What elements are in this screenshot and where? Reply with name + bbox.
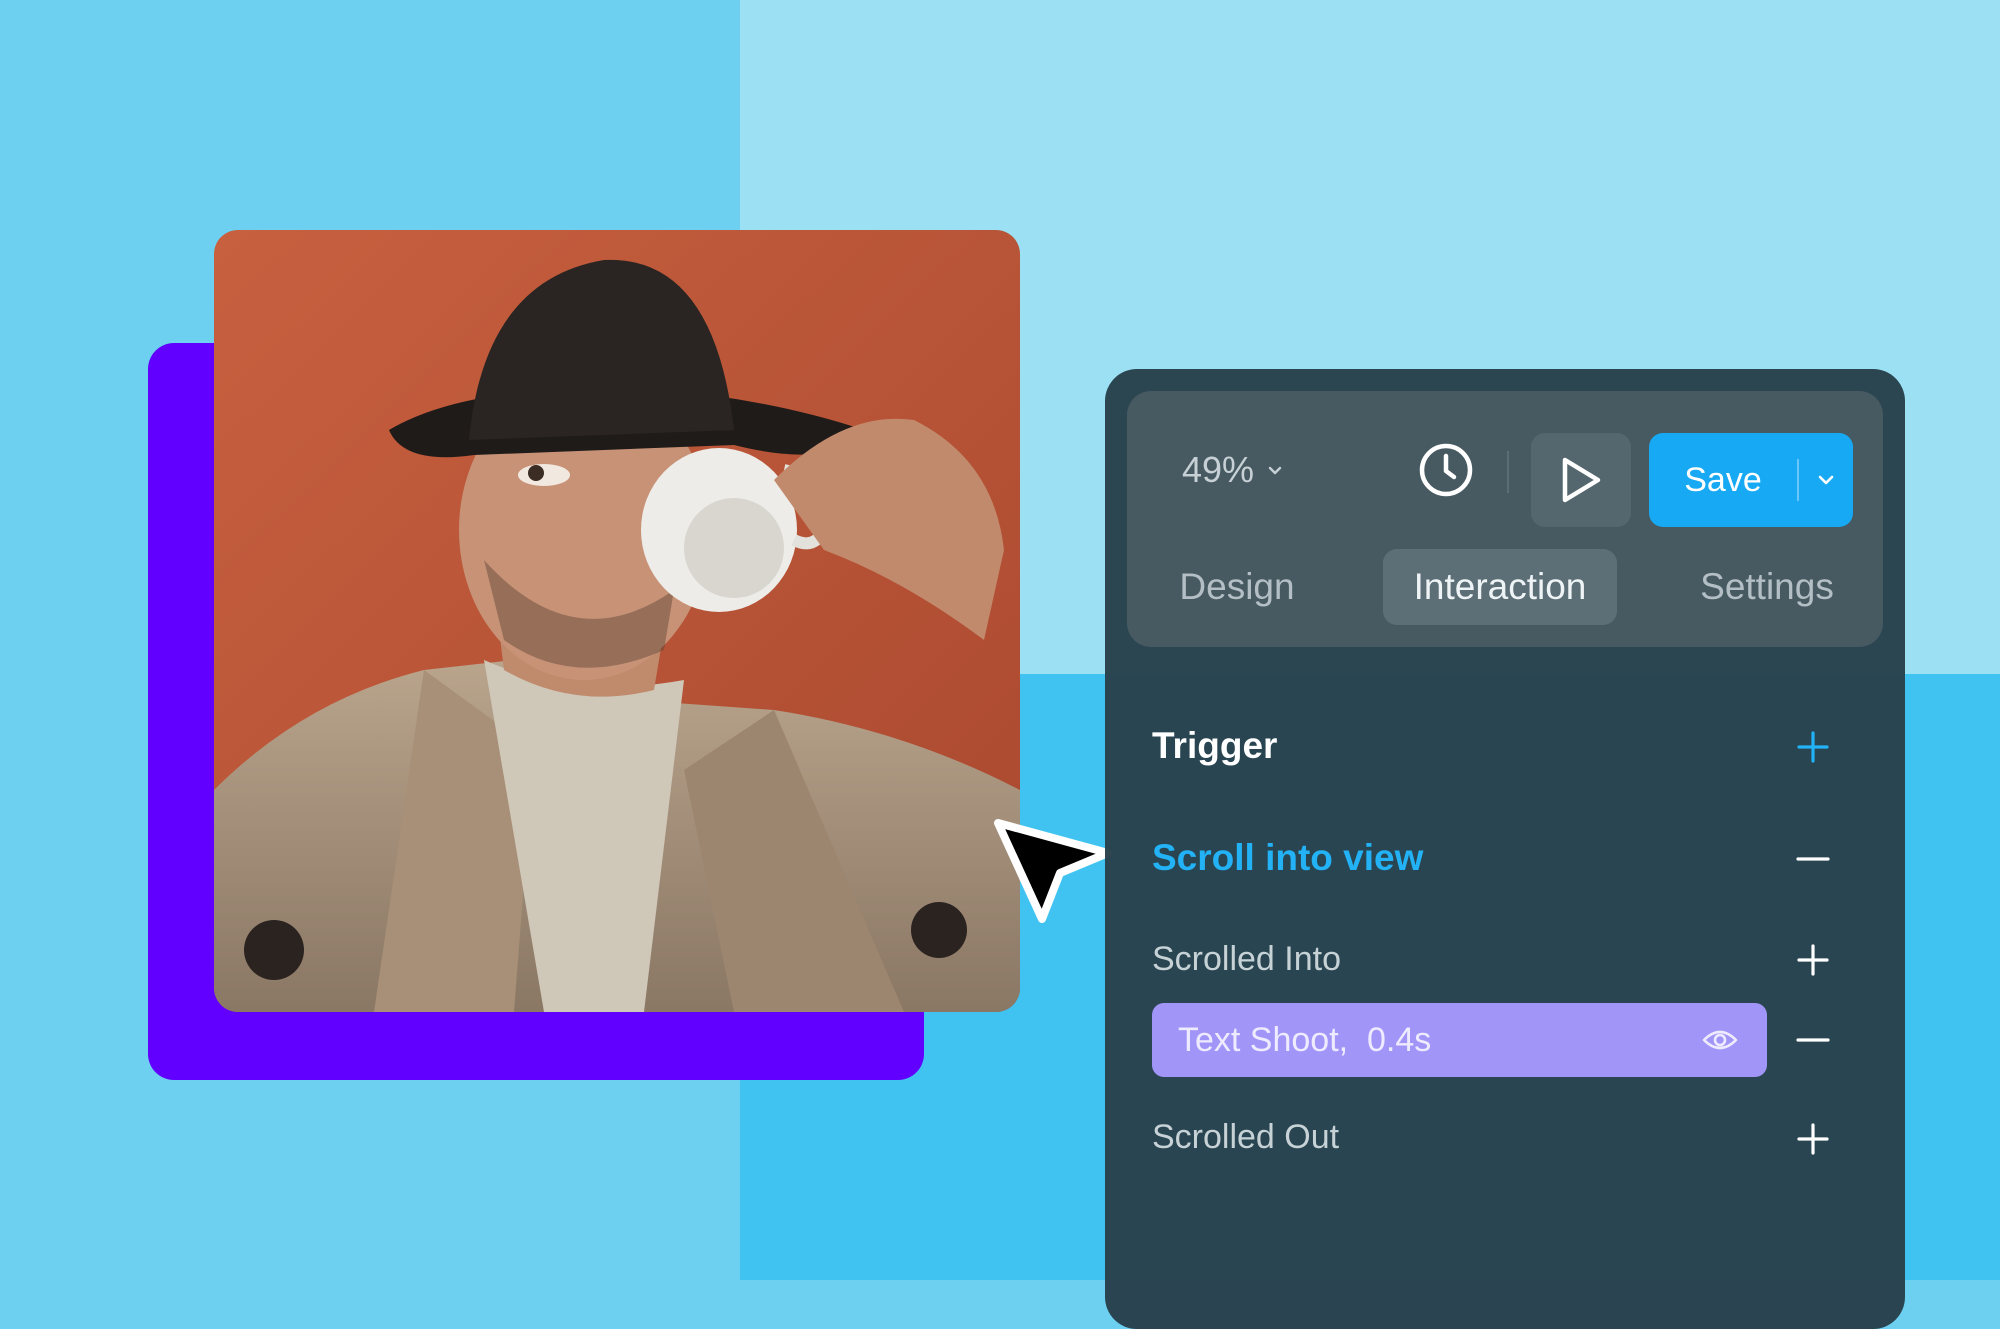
toolbar-divider: [1507, 451, 1509, 493]
scrolled-out-label: Scrolled Out: [1152, 1118, 1340, 1156]
plus-icon: [1797, 731, 1829, 763]
trigger-title: Trigger: [1152, 725, 1278, 766]
play-icon: [1562, 457, 1601, 503]
panel-tabs: Design Interaction Settings: [1127, 549, 1883, 627]
effect-label: Text Shoot, 0.4s: [1178, 1020, 1432, 1059]
save-options-button[interactable]: [1799, 433, 1853, 527]
selected-trigger[interactable]: Scroll into view: [1152, 837, 1423, 879]
scrolled-into-label: Scrolled Into: [1152, 940, 1341, 978]
zoom-value: 49%: [1182, 449, 1255, 490]
minus-icon: [1796, 857, 1830, 861]
canvas-photo[interactable]: [214, 230, 1020, 1012]
remove-effect-button[interactable]: [1791, 1018, 1835, 1062]
chevron-down-icon: [1818, 475, 1834, 485]
clock-icon: [1419, 443, 1473, 497]
minus-icon: [1796, 1038, 1830, 1042]
tab-interaction[interactable]: Interaction: [1383, 549, 1617, 625]
plus-icon: [1797, 1123, 1829, 1155]
plus-icon: [1797, 944, 1829, 976]
collapse-trigger-button[interactable]: [1791, 837, 1835, 881]
save-button[interactable]: Save: [1649, 433, 1797, 527]
add-scrolled-out-effect-button[interactable]: [1791, 1117, 1835, 1161]
eye-icon: [1702, 1030, 1738, 1050]
tab-design[interactable]: Design: [1157, 549, 1317, 625]
toggle-visibility-button[interactable]: [1700, 1023, 1740, 1057]
tab-settings[interactable]: Settings: [1677, 549, 1857, 625]
panel-toolbar: 49% Save Design Interaction Settings: [1127, 391, 1883, 647]
add-trigger-button[interactable]: [1791, 725, 1835, 769]
save-button-group: Save: [1649, 433, 1853, 527]
zoom-dropdown[interactable]: 49%: [1182, 441, 1284, 499]
chevron-down-icon: [1268, 466, 1282, 475]
effect-item[interactable]: Text Shoot, 0.4s: [1152, 1003, 1767, 1077]
history-button[interactable]: [1413, 437, 1479, 503]
add-scrolled-into-effect-button[interactable]: [1791, 938, 1835, 982]
interaction-panel: 49% Save Design Interaction Settings Tri…: [1105, 369, 1905, 1329]
preview-button[interactable]: [1531, 433, 1631, 527]
